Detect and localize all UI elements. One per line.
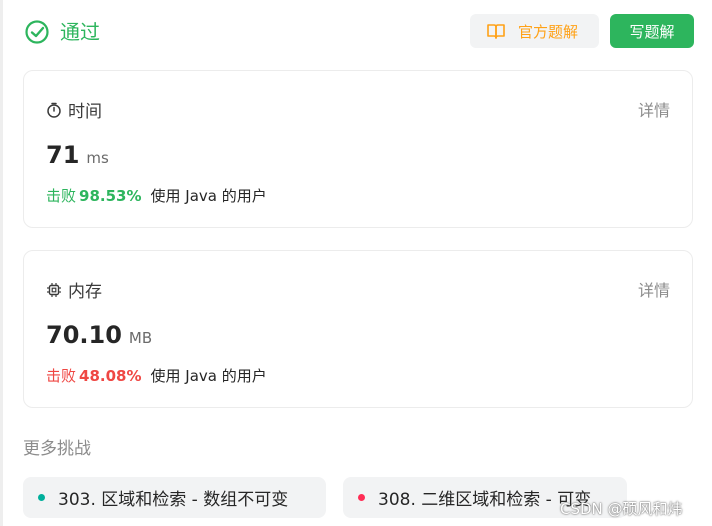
challenge-chip[interactable]: 303. 区域和检索 - 数组不可变 (23, 477, 326, 518)
difficulty-dot (358, 494, 365, 501)
memory-beats-label: 击败 (46, 367, 77, 385)
runtime-card: 时间 详情 71 ms 击败 98.53% 使用 Java 的用户 (23, 70, 693, 228)
difficulty-dot (38, 494, 45, 501)
official-solution-label: 官方题解 (518, 22, 579, 41)
memory-beats: 击败 48.08% 使用 Java 的用户 (46, 365, 267, 386)
memory-title-text: 内存 (68, 282, 102, 302)
memory-beats-suffix: 使用 Java 的用户 (150, 367, 267, 385)
runtime-beats-pct: 98.53% (79, 186, 142, 205)
runtime-beats: 击败 98.53% 使用 Java 的用户 (46, 185, 267, 206)
status: 通过 (24, 18, 100, 46)
watermark: CSDN @硕风和炜 (560, 500, 683, 518)
memory-card: 内存 详情 70.10 MB 击败 48.08% 使用 Java 的用户 (23, 250, 693, 408)
runtime-beats-suffix: 使用 Java 的用户 (150, 187, 267, 205)
write-solution-button[interactable]: 写题解 (610, 14, 694, 48)
official-solution-button[interactable]: 官方题解 (470, 14, 599, 48)
runtime-metric: 71 ms (46, 141, 109, 169)
memory-metric: 70.10 MB (46, 321, 152, 349)
write-solution-label: 写题解 (629, 22, 675, 41)
result-header: 通过 官方题解 写题解 (24, 14, 694, 50)
memory-unit: MB (128, 329, 153, 347)
memory-beats-pct: 48.08% (79, 366, 142, 385)
chip-icon (47, 282, 61, 297)
stopwatch-icon (47, 102, 61, 118)
runtime-title: 时间 (46, 97, 102, 122)
runtime-detail-link[interactable]: 详情 (638, 97, 670, 121)
status-text: 通过 (60, 20, 100, 44)
left-border (0, 0, 3, 526)
runtime-value: 71 (46, 141, 80, 169)
memory-detail-link[interactable]: 详情 (638, 277, 670, 301)
memory-title: 内存 (46, 277, 102, 302)
memory-value: 70.10 (46, 321, 122, 349)
book-icon (487, 24, 505, 39)
check-circle-icon (25, 20, 49, 44)
runtime-title-text: 时间 (68, 102, 102, 122)
runtime-unit: ms (86, 149, 109, 167)
runtime-beats-label: 击败 (46, 187, 77, 205)
challenge-label: 303. 区域和检索 - 数组不可变 (58, 490, 289, 510)
more-challenges-title: 更多挑战 (23, 439, 91, 459)
